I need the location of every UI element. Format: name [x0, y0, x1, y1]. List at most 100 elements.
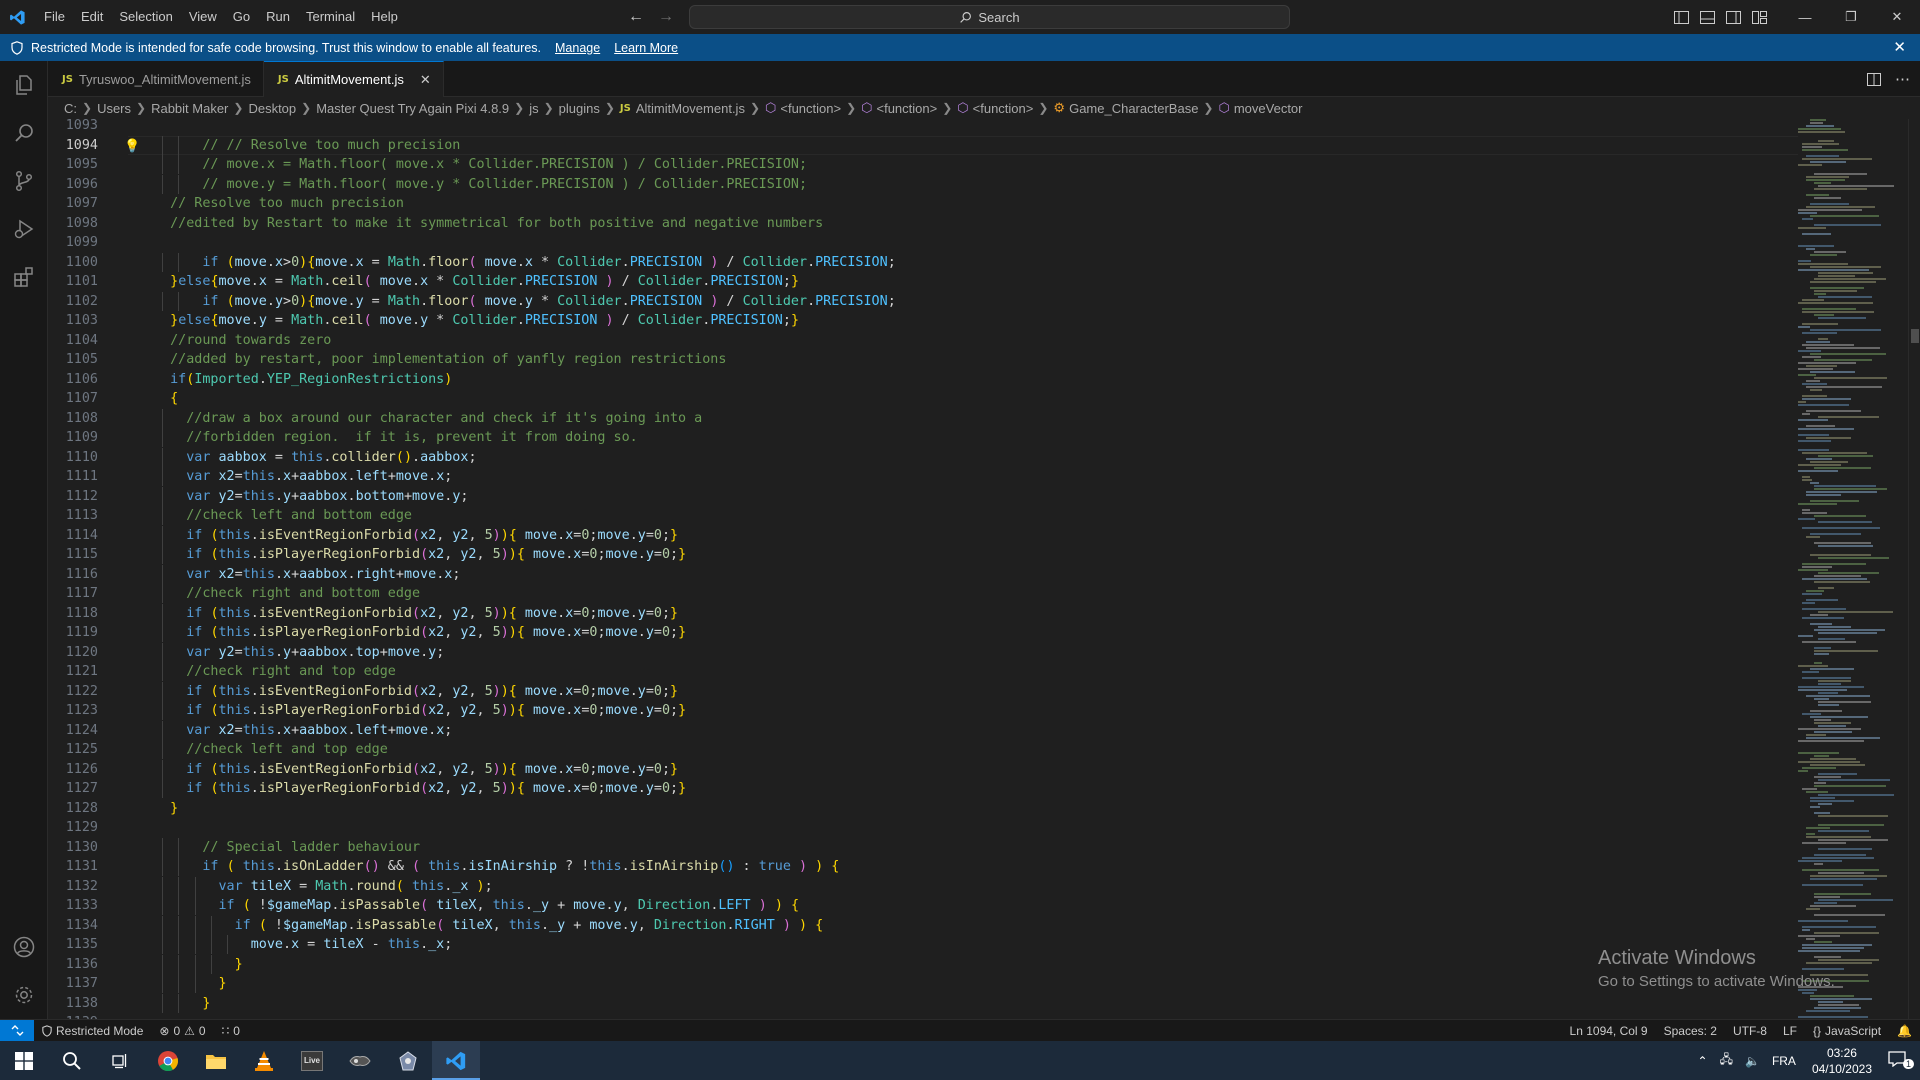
- code-line[interactable]: 1109 //forbidden region. if it is, preve…: [48, 428, 1798, 447]
- restricted-mode-status[interactable]: Restricted Mode: [34, 1024, 151, 1038]
- clock[interactable]: 03:26 04/10/2023: [1802, 1045, 1882, 1077]
- toggle-panel-icon[interactable]: [1694, 0, 1720, 34]
- lightbulb-icon[interactable]: 💡: [124, 137, 140, 156]
- input-language[interactable]: FRA: [1766, 1054, 1802, 1068]
- breadcrumb-js[interactable]: js: [529, 101, 538, 116]
- code-line[interactable]: 1137 }: [48, 974, 1798, 993]
- code-line[interactable]: 1097 // Resolve too much precision: [48, 194, 1798, 213]
- indentation-status[interactable]: Spaces: 2: [1656, 1024, 1725, 1038]
- code-line[interactable]: 💡 1094 // // Resolve too much precision: [48, 135, 1798, 156]
- minimap[interactable]: [1798, 119, 1908, 1027]
- code-line[interactable]: 1103 }else{move.y = Math.ceil( move.y * …: [48, 311, 1798, 330]
- volume-icon[interactable]: 🔈: [1739, 1054, 1766, 1068]
- ports-status[interactable]: ∷ 0: [214, 1024, 248, 1038]
- back-arrow-icon[interactable]: ←: [628, 8, 644, 26]
- customize-layout-icon[interactable]: [1746, 0, 1772, 34]
- code-line[interactable]: 1138 }: [48, 993, 1798, 1013]
- code-line[interactable]: 1129: [48, 818, 1798, 837]
- code-line[interactable]: 1123 if (this.isPlayerRegionForbid(x2, y…: [48, 701, 1798, 720]
- breadcrumb-desktop[interactable]: Desktop: [248, 101, 296, 116]
- menu-selection[interactable]: Selection: [111, 0, 180, 34]
- more-actions-icon[interactable]: ⋯: [1895, 70, 1910, 88]
- code-line[interactable]: 1136 }: [48, 954, 1798, 974]
- code-line[interactable]: 1106 if(Imported.YEP_RegionRestrictions): [48, 370, 1798, 389]
- close-banner-icon[interactable]: ✕: [1893, 38, 1906, 56]
- close-tab-icon[interactable]: ✕: [420, 72, 431, 88]
- menu-run[interactable]: Run: [258, 0, 298, 34]
- vscode-taskbar-icon[interactable]: [432, 1041, 480, 1080]
- code-line[interactable]: 1107 {: [48, 389, 1798, 408]
- code-line[interactable]: 1133 if ( !$gameMap.isPassable( tileX, t…: [48, 896, 1798, 915]
- file-explorer-icon[interactable]: [192, 1041, 240, 1080]
- language-mode[interactable]: {} JavaScript: [1805, 1024, 1889, 1038]
- code-line[interactable]: 1108 //draw a box around our character a…: [48, 408, 1798, 428]
- code-line[interactable]: 1114 if (this.isEventRegionForbid(x2, y2…: [48, 525, 1798, 545]
- breadcrumb-function-3[interactable]: <function>: [973, 101, 1034, 116]
- code-line[interactable]: 1110 var aabbox = this.collider().aabbox…: [48, 447, 1798, 467]
- menu-go[interactable]: Go: [225, 0, 258, 34]
- chrome-icon[interactable]: [144, 1041, 192, 1080]
- rpg-maker-icon[interactable]: [384, 1041, 432, 1080]
- code-line[interactable]: 1116 var x2=this.x+aabbox.right+move.x;: [48, 564, 1798, 584]
- breadcrumb-project[interactable]: Master Quest Try Again Pixi 4.8.9: [316, 101, 509, 116]
- code-line[interactable]: 1101 }else{move.x = Math.ceil( move.x * …: [48, 272, 1798, 291]
- code-line[interactable]: 1093: [48, 119, 1798, 135]
- cursor-position[interactable]: Ln 1094, Col 9: [1562, 1024, 1656, 1038]
- code-line[interactable]: 1127 if (this.isPlayerRegionForbid(x2, y…: [48, 779, 1798, 798]
- breadcrumb-function-1[interactable]: <function>: [780, 101, 841, 116]
- code-line[interactable]: 1112 var y2=this.y+aabbox.bottom+move.y;: [48, 486, 1798, 506]
- code-line[interactable]: 1131 if ( this.isOnLadder() && ( this.is…: [48, 857, 1798, 876]
- notification-center-icon[interactable]: 1: [1882, 1051, 1920, 1070]
- eol-status[interactable]: LF: [1775, 1024, 1805, 1038]
- accounts-icon[interactable]: [0, 923, 48, 971]
- split-editor-icon[interactable]: [1867, 72, 1881, 86]
- code-line[interactable]: 1121 //check right and top edge: [48, 662, 1798, 681]
- code-editor[interactable]: 1093 💡 1094 // // Resolve too much precisi…: [48, 119, 1798, 1027]
- breadcrumb-drive[interactable]: C:: [64, 101, 77, 116]
- code-line[interactable]: 1111 var x2=this.x+aabbox.left+move.x;: [48, 467, 1798, 486]
- code-line[interactable]: 1104 //round towards zero: [48, 331, 1798, 350]
- menu-help[interactable]: Help: [363, 0, 406, 34]
- menu-edit[interactable]: Edit: [73, 0, 111, 34]
- code-line[interactable]: 1095 // move.x = Math.floor( move.x * Co…: [48, 155, 1798, 174]
- breadcrumb-user[interactable]: Rabbit Maker: [151, 101, 228, 116]
- code-line[interactable]: 1100 if (move.x>0){move.x = Math.floor( …: [48, 252, 1798, 272]
- breadcrumb-method[interactable]: moveVector: [1234, 101, 1303, 116]
- vlc-icon[interactable]: [240, 1041, 288, 1080]
- remote-indicator-icon[interactable]: [0, 1019, 34, 1042]
- code-line[interactable]: 1132 var tileX = Math.round( this._x );: [48, 876, 1798, 896]
- tab-altimitmovement[interactable]: JS AltimitMovement.js ✕: [263, 61, 444, 97]
- code-line[interactable]: 1135 move.x = tileX - this._x;: [48, 935, 1798, 954]
- code-line[interactable]: 1099: [48, 233, 1798, 252]
- encoding-status[interactable]: UTF-8: [1725, 1024, 1775, 1038]
- manage-gear-icon[interactable]: [0, 971, 48, 1019]
- scrollbar-thumb[interactable]: [1911, 329, 1919, 343]
- vertical-scrollbar[interactable]: [1908, 119, 1920, 1027]
- show-hidden-icons-icon[interactable]: ⌃: [1692, 1054, 1714, 1068]
- code-line[interactable]: 1130 // Special ladder behaviour: [48, 837, 1798, 857]
- code-line[interactable]: 1134 if ( !$gameMap.isPassable( tileX, t…: [48, 915, 1798, 935]
- menu-terminal[interactable]: Terminal: [298, 0, 363, 34]
- task-view-icon[interactable]: [96, 1041, 144, 1080]
- network-icon[interactable]: 🖧: [1714, 1050, 1739, 1071]
- code-line[interactable]: 1098 //edited by Restart to make it symm…: [48, 214, 1798, 233]
- code-line[interactable]: 1118 if (this.isEventRegionForbid(x2, y2…: [48, 603, 1798, 623]
- code-line[interactable]: 1102 if (move.y>0){move.y = Math.floor( …: [48, 291, 1798, 311]
- toggle-secondary-sidebar-icon[interactable]: [1720, 0, 1746, 34]
- code-line[interactable]: 1126 if (this.isEventRegionForbid(x2, y2…: [48, 759, 1798, 779]
- code-line[interactable]: 1128 }: [48, 799, 1798, 818]
- explorer-icon[interactable]: [0, 61, 48, 109]
- learn-more-link[interactable]: Learn More: [614, 41, 678, 55]
- minimize-icon[interactable]: —: [1782, 0, 1828, 34]
- menu-view[interactable]: View: [181, 0, 225, 34]
- live-app-icon[interactable]: Live: [288, 1041, 336, 1080]
- code-line[interactable]: 1119 if (this.isPlayerRegionForbid(x2, y…: [48, 623, 1798, 642]
- code-line[interactable]: 1117 //check right and bottom edge: [48, 584, 1798, 603]
- tab-tyruswoo-altimitmovement[interactable]: JS Tyruswoo_AltimitMovement.js: [48, 61, 264, 97]
- menu-file[interactable]: File: [36, 0, 73, 34]
- code-line[interactable]: 1125 //check left and top edge: [48, 740, 1798, 759]
- game-app-icon[interactable]: [336, 1041, 384, 1080]
- run-debug-icon[interactable]: [0, 205, 48, 253]
- manage-link[interactable]: Manage: [555, 41, 600, 55]
- close-window-icon[interactable]: ✕: [1874, 0, 1920, 34]
